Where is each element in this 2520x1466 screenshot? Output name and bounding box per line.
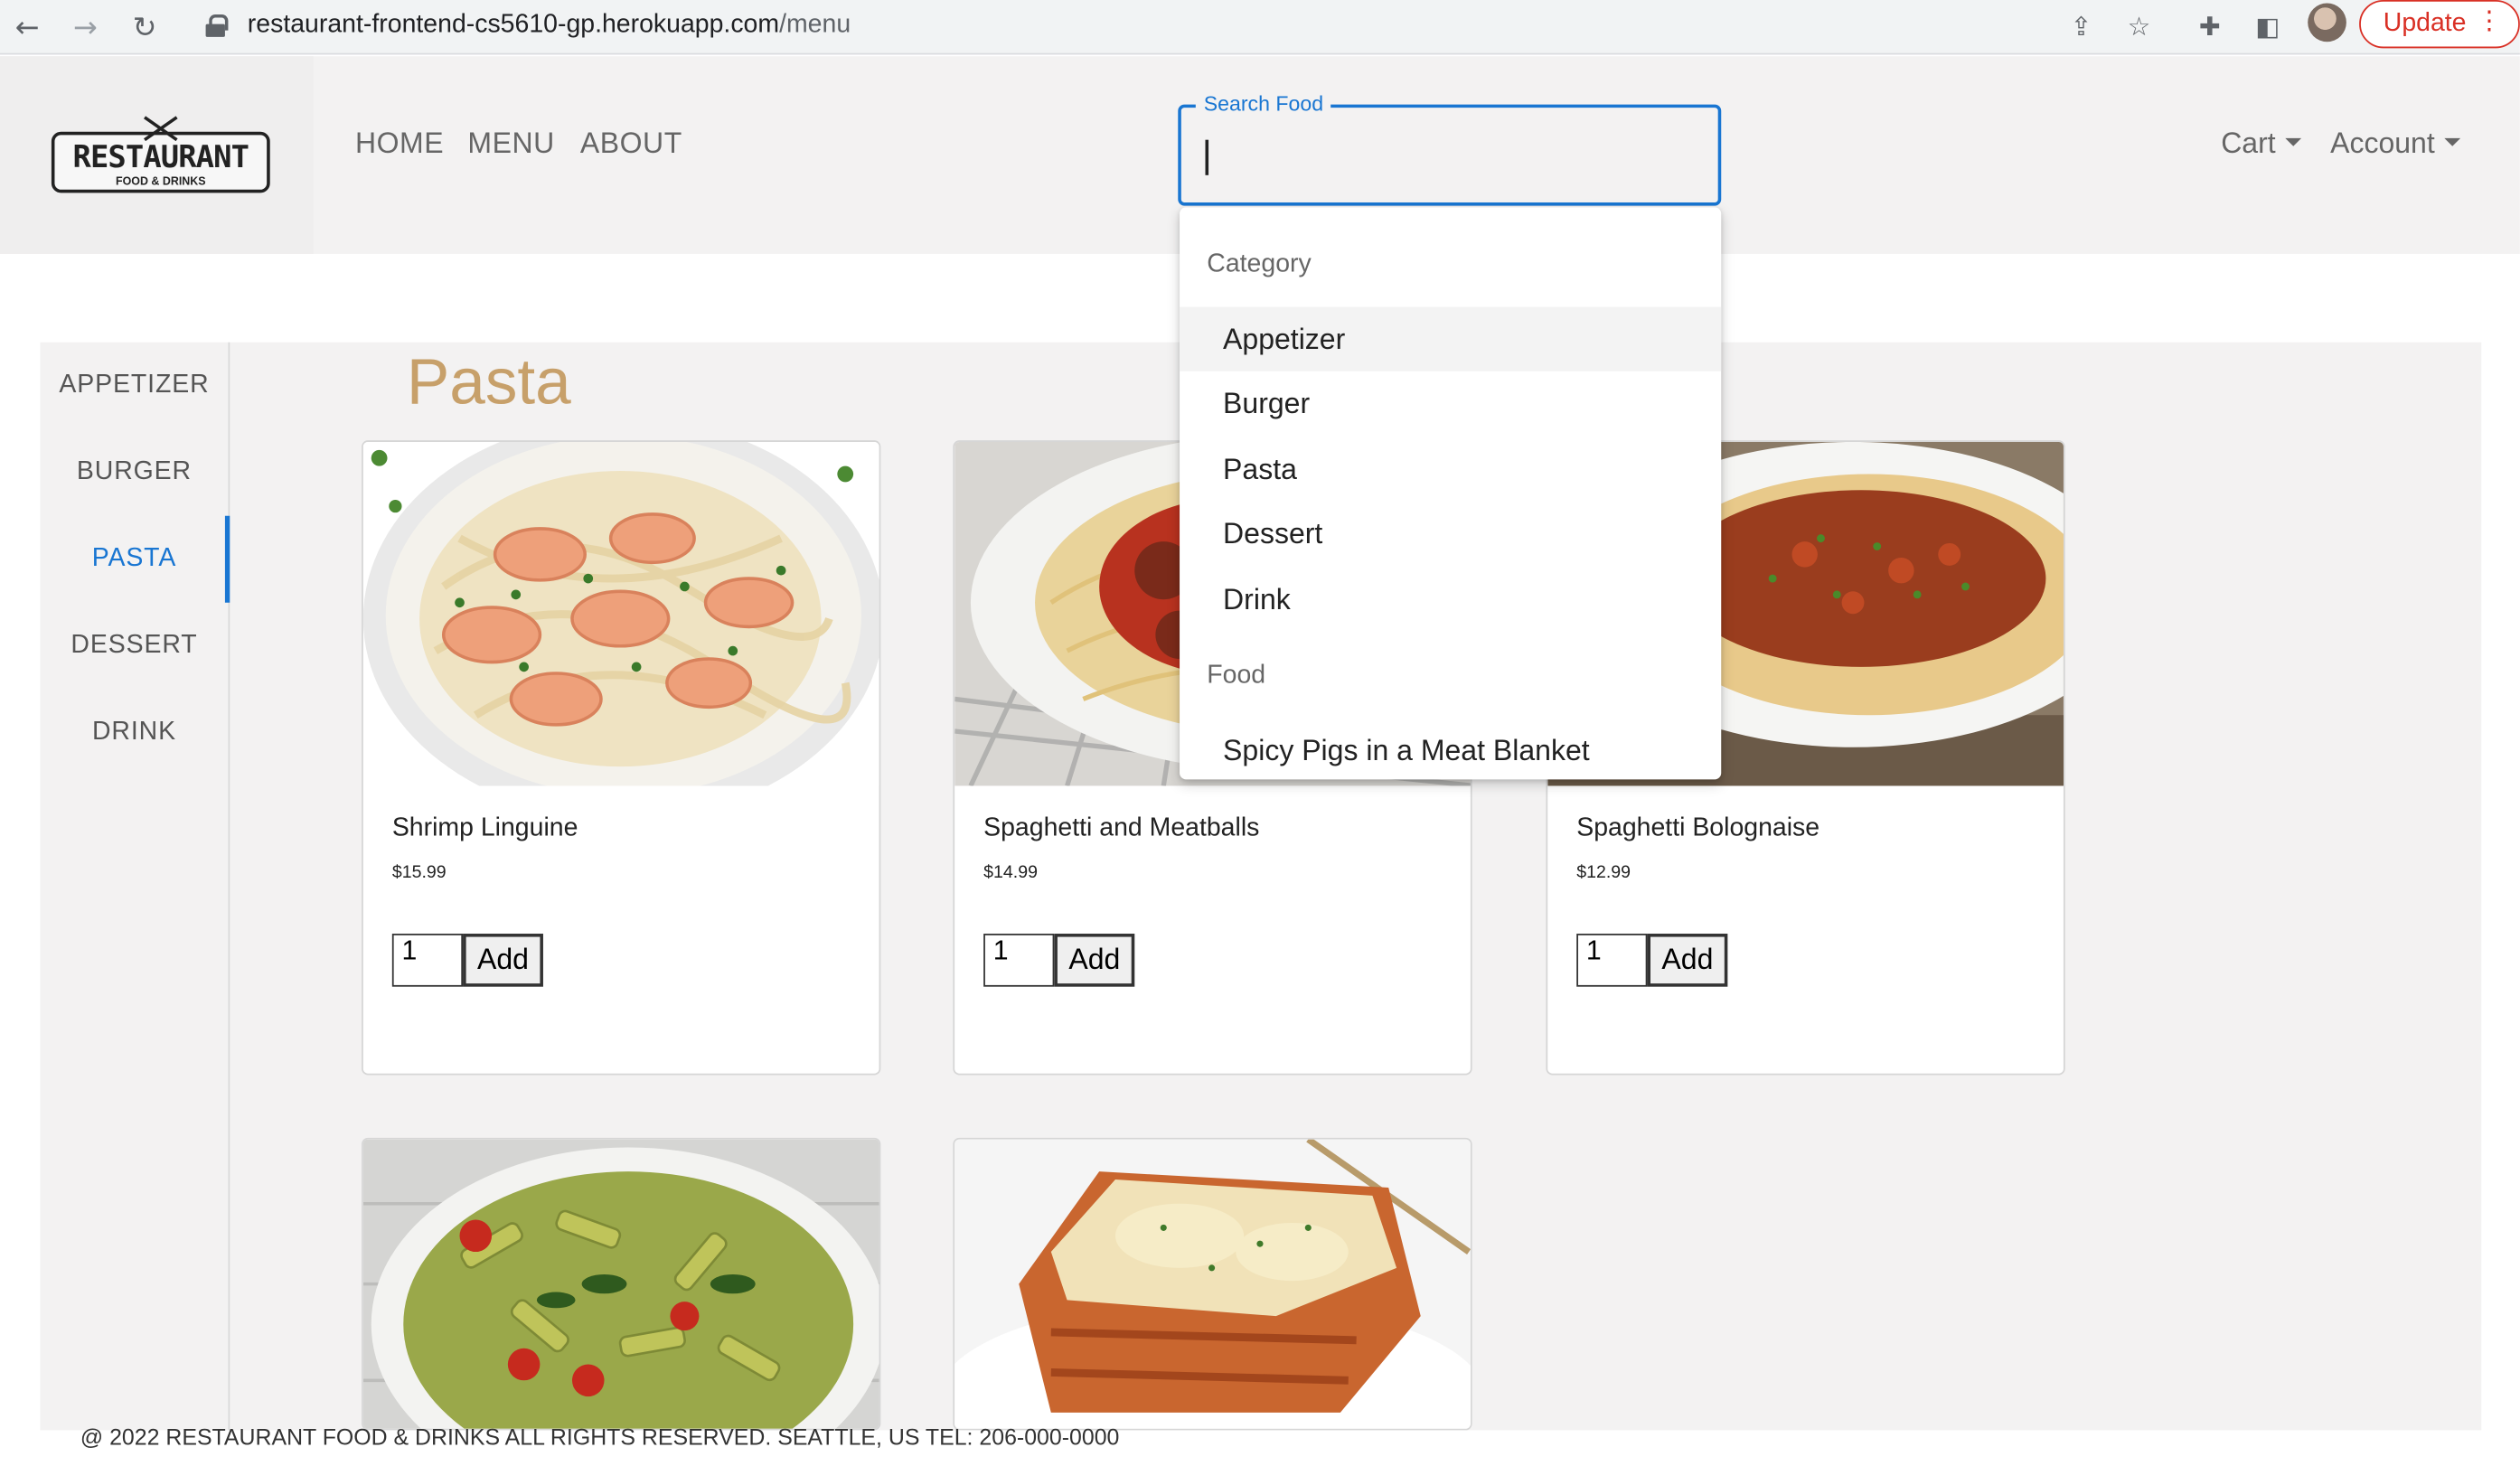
sidebar-active-indicator xyxy=(224,515,230,603)
caret-down-icon xyxy=(2285,137,2302,146)
option-drink[interactable]: Drink xyxy=(1180,568,1721,632)
quantity-input[interactable]: 1 xyxy=(1576,934,1648,987)
more-menu-icon[interactable]: ⋮ xyxy=(2477,5,2502,35)
add-to-cart-button[interactable]: Add xyxy=(1647,934,1728,987)
search-food-field[interactable] xyxy=(1178,104,1722,206)
update-label: Update xyxy=(2383,9,2467,37)
logo-container[interactable]: RESTAURANT FOOD & DRINKS xyxy=(0,56,314,254)
search-suggestions-listbox: Category Appetizer Burger Pasta Dessert … xyxy=(1180,207,1722,780)
restaurant-logo[interactable]: RESTAURANT FOOD & DRINKS xyxy=(51,116,270,193)
browser-toolbar: ← → ↻ restaurant-frontend-cs5610-gp.hero… xyxy=(0,0,2520,55)
add-to-cart-button[interactable]: Add xyxy=(1054,934,1135,987)
text-cursor xyxy=(1205,139,1208,175)
add-to-cart-button[interactable]: Add xyxy=(463,934,543,987)
quantity-input[interactable]: 1 xyxy=(983,934,1055,987)
reload-icon[interactable]: ↻ xyxy=(124,6,165,48)
update-button[interactable]: Update ⋮ xyxy=(2359,0,2520,49)
option-appetizer[interactable]: Appetizer xyxy=(1180,306,1722,371)
food-name: Spaghetti Bolognaise xyxy=(1576,814,1820,842)
profile-avatar[interactable] xyxy=(2308,3,2346,42)
cart-label: Cart xyxy=(2221,127,2276,160)
nav-home[interactable]: HOME xyxy=(355,127,444,160)
sidebar-item-pasta[interactable]: PASTA xyxy=(40,516,228,603)
account-label: Account xyxy=(2330,127,2435,160)
share-icon[interactable]: ⇪ xyxy=(2064,8,2099,43)
food-card: Shrimp Linguine $15.99 1 Add xyxy=(362,440,881,1076)
side-panel-icon[interactable]: ◧ xyxy=(2248,6,2287,45)
food-price: $15.99 xyxy=(391,862,447,883)
group-header-category: Category xyxy=(1207,250,1312,278)
food-card xyxy=(362,1137,881,1431)
url-path: /menu xyxy=(779,11,851,39)
quantity-input[interactable]: 1 xyxy=(391,934,464,987)
caret-down-icon xyxy=(2444,137,2461,146)
account-dropdown[interactable]: Account xyxy=(2330,127,2461,160)
search-label: Search Food xyxy=(1195,91,1331,117)
sidebar-item-appetizer[interactable]: APPETIZER xyxy=(40,343,228,429)
food-price: $12.99 xyxy=(1576,862,1631,883)
sidebar-item-drink[interactable]: DRINK xyxy=(40,690,228,776)
footer-copyright: @ 2022 RESTAURANT FOOD & DRINKS ALL RIGH… xyxy=(80,1424,1120,1450)
star-icon[interactable]: ☆ xyxy=(2121,8,2157,43)
address-bar[interactable]: restaurant-frontend-cs5610-gp.herokuapp.… xyxy=(180,3,2170,49)
lock-icon xyxy=(205,14,229,37)
food-price: $14.99 xyxy=(983,862,1038,883)
sidebar-divider xyxy=(228,342,230,1431)
food-name: Shrimp Linguine xyxy=(391,814,578,842)
nav-about[interactable]: ABOUT xyxy=(580,127,682,160)
search-input[interactable] xyxy=(1203,130,1687,179)
option-dessert[interactable]: Dessert xyxy=(1180,502,1721,566)
food-name: Spaghetti and Meatballs xyxy=(983,814,1260,842)
food-image xyxy=(362,441,879,786)
back-icon[interactable]: ← xyxy=(6,6,48,48)
option-spicy-pigs[interactable]: Spicy Pigs in a Meat Blanket xyxy=(1180,719,1721,780)
logo-text: RESTAURANT xyxy=(72,139,249,175)
cart-dropdown[interactable]: Cart xyxy=(2221,127,2302,160)
food-image xyxy=(954,1139,1471,1429)
nav-menu[interactable]: MENU xyxy=(467,127,554,160)
section-title: Pasta xyxy=(406,347,571,418)
extensions-icon[interactable]: ✚ xyxy=(2190,6,2229,45)
logo-subtext: FOOD & DRINKS xyxy=(116,176,206,189)
url-host: restaurant-frontend-cs5610-gp.herokuapp.… xyxy=(247,11,780,39)
forward-icon[interactable]: → xyxy=(64,6,106,48)
sidebar-item-burger[interactable]: BURGER xyxy=(40,429,228,516)
option-pasta[interactable]: Pasta xyxy=(1180,437,1721,502)
utensils-icon xyxy=(144,116,178,142)
group-header-food: Food xyxy=(1207,662,1266,690)
option-burger[interactable]: Burger xyxy=(1180,371,1721,436)
food-card xyxy=(953,1137,1472,1431)
sidebar-item-dessert[interactable]: DESSERT xyxy=(40,603,228,690)
food-image xyxy=(362,1139,879,1429)
